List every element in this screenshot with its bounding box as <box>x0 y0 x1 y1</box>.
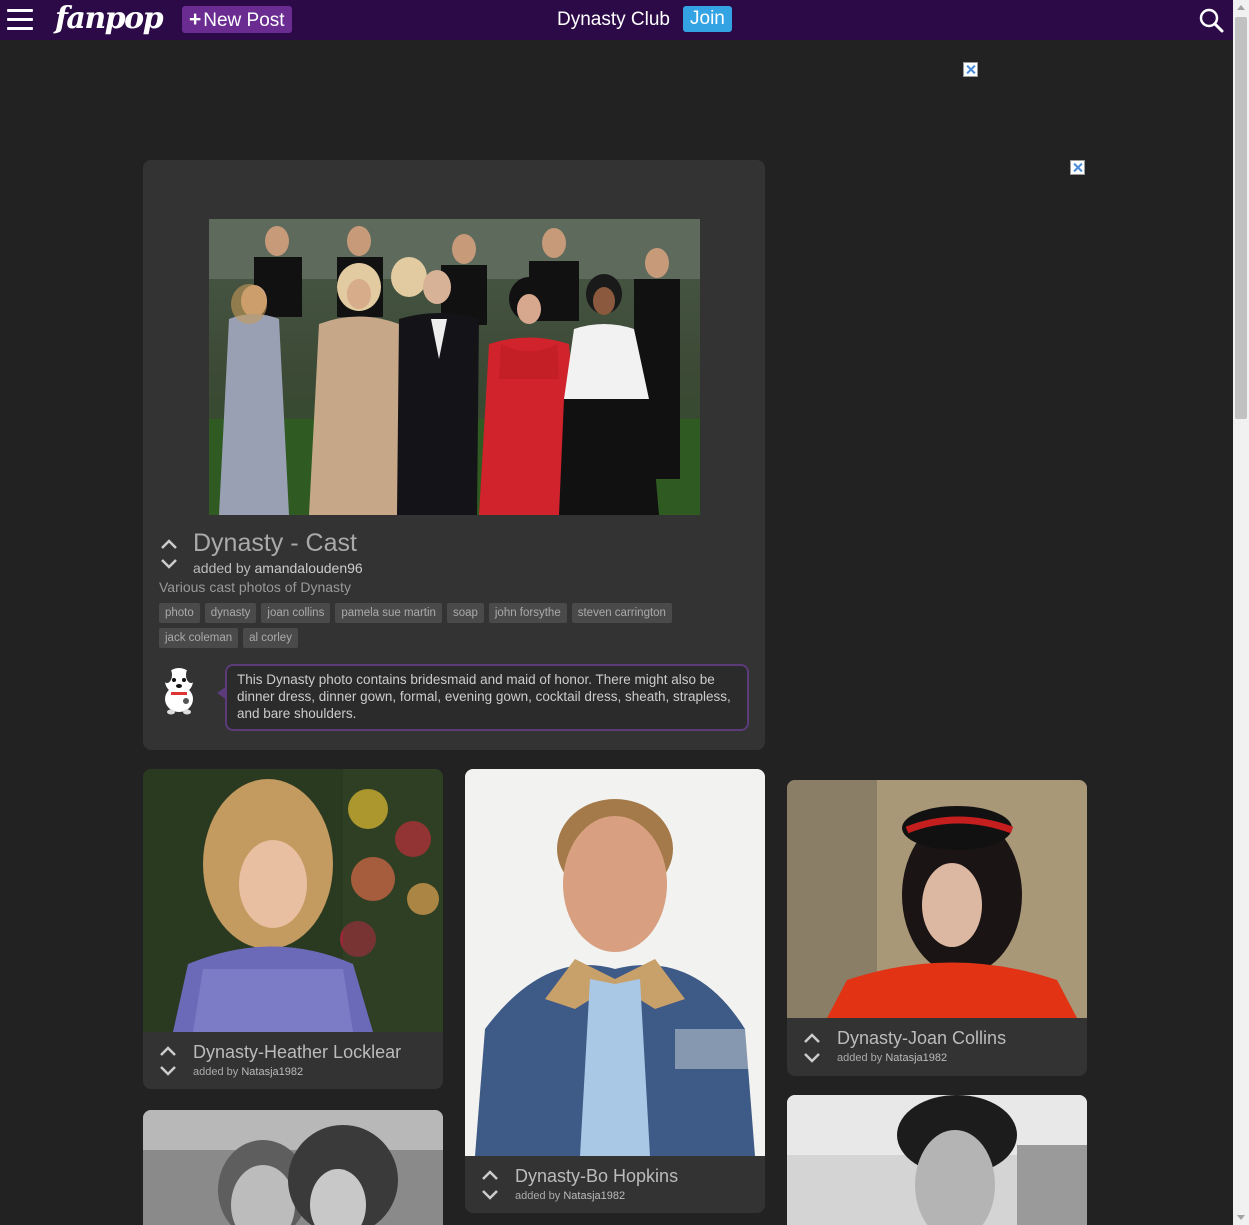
tag[interactable]: steven carrington <box>571 603 672 623</box>
featured-photo[interactable] <box>209 219 700 515</box>
post-thumbnail[interactable] <box>787 780 1087 1018</box>
added-by-user-link[interactable]: amandalouden96 <box>255 560 363 576</box>
join-button[interactable]: Join <box>683 6 732 32</box>
added-by-prefix: added by <box>515 1190 561 1202</box>
ad-close-icon[interactable] <box>963 62 978 77</box>
chevron-up-icon[interactable] <box>480 1168 500 1182</box>
tag-list: photo dynasty joan collins pamela sue ma… <box>159 603 759 653</box>
scroll-thumb[interactable] <box>1235 17 1247 419</box>
top-navigation-bar: fanpop + New Post Dynasty Club Join <box>0 0 1233 40</box>
post-card-title[interactable]: Dynasty-Heather Locklear <box>193 1042 401 1063</box>
post-title[interactable]: Dynasty - Cast <box>193 529 357 558</box>
vote-control <box>159 537 179 571</box>
post-thumbnail[interactable] <box>143 1110 443 1225</box>
added-by-user-link[interactable]: Natasja1982 <box>241 1066 303 1078</box>
chevron-down-icon[interactable] <box>159 557 179 571</box>
chevron-down-icon[interactable] <box>802 1051 822 1065</box>
post-card: Dynasty-Joan Collins added by Natasja198… <box>787 780 1087 1076</box>
post-card-title[interactable]: Dynasty-Joan Collins <box>837 1028 1006 1049</box>
vote-control <box>802 1031 822 1065</box>
chevron-up-icon[interactable] <box>158 1044 178 1058</box>
added-by-prefix: added by <box>193 1066 239 1078</box>
post-card-title[interactable]: Dynasty-Bo Hopkins <box>515 1166 678 1187</box>
post-thumbnail[interactable] <box>143 769 443 1032</box>
tag[interactable]: joan collins <box>261 603 331 623</box>
new-post-button[interactable]: + New Post <box>182 6 292 33</box>
featured-post-card: Dynasty - Cast added by amandalouden96 V… <box>143 160 765 750</box>
added-by-prefix: added by <box>193 560 251 576</box>
ad-close-icon[interactable] <box>1070 160 1085 175</box>
added-by-user-link[interactable]: Natasja1982 <box>563 1190 625 1202</box>
club-title[interactable]: Dynasty Club <box>557 8 670 32</box>
plus-icon: + <box>189 8 202 31</box>
photo-caption-bubble: This Dynasty photo contains bridesmaid a… <box>217 664 749 731</box>
dog-mascot-icon <box>157 663 201 715</box>
post-card <box>143 1110 443 1225</box>
fanpop-logo[interactable]: fanpop <box>55 1 164 36</box>
tag[interactable]: jack coleman <box>159 628 239 648</box>
post-card-added-by: added by Natasja1982 <box>193 1066 303 1078</box>
post-card <box>787 1095 1087 1225</box>
tag[interactable]: photo <box>159 603 200 623</box>
post-thumbnail[interactable] <box>787 1095 1087 1225</box>
search-icon[interactable] <box>1198 7 1224 33</box>
new-post-label: New Post <box>203 10 285 31</box>
tag[interactable]: pamela sue martin <box>335 603 442 623</box>
vote-control <box>158 1044 178 1078</box>
tag[interactable]: dynasty <box>204 603 257 623</box>
post-card: Dynasty-Bo Hopkins added by Natasja1982 <box>465 769 765 1213</box>
page-scrollbar[interactable] <box>1233 0 1249 1225</box>
scroll-down-arrow-icon[interactable] <box>1237 1215 1245 1220</box>
post-description: Various cast photos of Dynasty <box>159 579 351 595</box>
added-by-user-link[interactable]: Natasja1982 <box>885 1052 947 1064</box>
added-by-prefix: added by <box>837 1052 883 1064</box>
chevron-down-icon[interactable] <box>158 1064 178 1078</box>
scroll-up-arrow-icon[interactable] <box>1237 5 1245 10</box>
post-card: Dynasty-Heather Locklear added by Natasj… <box>143 769 443 1089</box>
tag[interactable]: soap <box>446 603 484 623</box>
chevron-up-icon[interactable] <box>802 1031 822 1045</box>
tag[interactable]: al corley <box>243 628 298 648</box>
post-thumbnail[interactable] <box>465 769 765 1156</box>
chevron-up-icon[interactable] <box>159 537 179 551</box>
post-card-added-by: added by Natasja1982 <box>515 1190 625 1202</box>
tag[interactable]: john forsythe <box>488 603 567 623</box>
chevron-down-icon[interactable] <box>480 1188 500 1202</box>
hamburger-menu-icon[interactable] <box>7 9 33 31</box>
post-added-by: added by amandalouden96 <box>193 560 363 576</box>
vote-control <box>480 1168 500 1202</box>
post-card-added-by: added by Natasja1982 <box>837 1052 947 1064</box>
